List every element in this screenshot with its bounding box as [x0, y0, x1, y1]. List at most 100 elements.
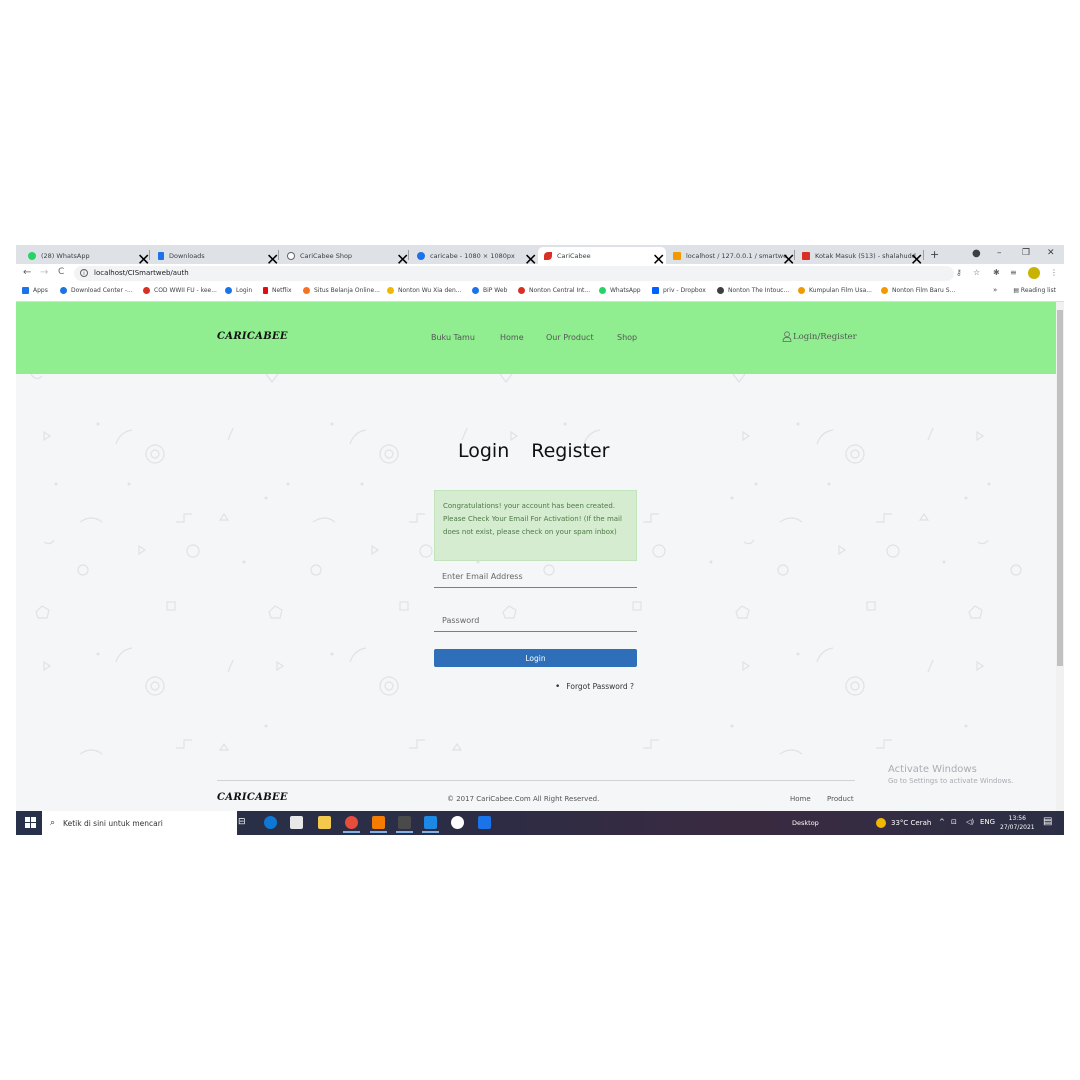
address-bar[interactable]: i localhost/CISmartweb/auth	[74, 266, 954, 281]
extensions-puzzle-icon[interactable]: ✱	[993, 268, 1000, 277]
tab-caricabee-shop[interactable]: CariCabee Shop	[281, 247, 407, 264]
tab-register[interactable]: Register	[531, 440, 609, 462]
reading-list-icon[interactable]: ≡	[1010, 268, 1017, 277]
nav-our-product[interactable]: Our Product	[546, 333, 594, 342]
restore-button[interactable]: ❐	[1022, 248, 1030, 258]
canva-icon	[417, 251, 425, 260]
email-field[interactable]	[434, 566, 637, 588]
reading-list-button[interactable]: ▤ Reading list	[1013, 287, 1056, 294]
bookmark-favicon-icon	[881, 287, 888, 294]
phpmyadmin-icon	[673, 251, 681, 260]
tab-title: localhost / 127.0.0.1 / smartweb	[686, 251, 787, 260]
weather-text[interactable]: 33°C Cerah	[891, 819, 931, 827]
tab-login[interactable]: Login	[458, 440, 509, 462]
windows-taskbar: ⌕ Ketik di sini untuk mencari ⊟ Desktop …	[16, 811, 1064, 835]
url-text[interactable]: localhost/CISmartweb/auth	[94, 269, 189, 277]
chrome-icon[interactable]	[343, 816, 360, 833]
bookmark-item[interactable]: Login	[225, 287, 252, 294]
bookmark-favicon-icon	[798, 287, 805, 294]
page-scrollbar[interactable]	[1056, 302, 1064, 811]
bookmark-item[interactable]: COD WWII FU - kee...	[143, 287, 217, 294]
bookmark-item[interactable]: Netflix	[263, 287, 292, 294]
store-icon[interactable]	[290, 816, 303, 829]
sublime-text-icon[interactable]	[396, 816, 413, 833]
tab-title: CariCabee	[557, 251, 591, 260]
notification-center-icon[interactable]: ▤	[1043, 816, 1052, 827]
bookmark-item[interactable]: Kumpulan Film Usa...	[798, 287, 872, 294]
bookmark-item[interactable]: Nonton Film Baru S...	[881, 287, 955, 294]
login-register-link[interactable]: Login/Register	[782, 331, 857, 342]
bookmark-item[interactable]: Situs Belanja Online...	[303, 287, 380, 294]
mail-icon[interactable]	[478, 816, 491, 829]
tray-chevron-up-icon[interactable]: ^	[939, 818, 945, 826]
bookmark-label: Download Center -...	[71, 287, 133, 294]
tab-gmail[interactable]: Kotak Masuk (513) - shalahuddi...	[796, 247, 922, 264]
bookmarks-overflow-button[interactable]: »	[993, 286, 997, 294]
bookmark-item[interactable]: Download Center -...	[60, 287, 133, 294]
user-icon	[782, 331, 792, 342]
bookmark-label: Nonton Wu Xia den...	[398, 287, 462, 294]
volume-icon[interactable]: ◁)	[966, 818, 974, 826]
login-button[interactable]: Login	[434, 649, 637, 667]
bookmark-favicon-icon	[60, 287, 67, 294]
star-bookmark-icon[interactable]: ☆	[973, 268, 980, 277]
reload-icon[interactable]: C	[58, 267, 64, 277]
network-icon[interactable]: ⊡	[951, 818, 957, 826]
more-menu-icon[interactable]: ⋮	[1050, 268, 1058, 277]
tab-whatsapp[interactable]: (28) WhatsApp	[22, 247, 148, 264]
language-indicator[interactable]: ENG	[980, 818, 995, 826]
task-view-icon[interactable]: ⊟	[238, 817, 251, 830]
site-header: CARICABEE Buku Tamu Home Our Product Sho…	[16, 302, 1056, 374]
desktop-toolbar-label[interactable]: Desktop	[792, 819, 819, 827]
bookmark-item[interactable]: Nonton Central Int...	[518, 287, 590, 294]
browser-toolbar: ← → C i localhost/CISmartweb/auth ⚷ ☆ ✱ …	[16, 264, 1064, 283]
globe-icon	[717, 287, 724, 294]
back-arrow-icon[interactable]: ←	[23, 267, 31, 278]
tab-canva[interactable]: caricabe - 1080 × 1080px	[411, 247, 537, 264]
bookmark-label: priv - Dropbox	[663, 287, 706, 294]
minimize-button[interactable]: –	[997, 248, 1002, 258]
file-explorer-icon[interactable]	[318, 816, 331, 829]
copyright-text: © 2017 CariCabee.Com All Right Reserved.	[447, 795, 600, 803]
bookmark-apps[interactable]: Apps	[22, 287, 48, 294]
tab-phpmyadmin[interactable]: localhost / 127.0.0.1 / smartweb	[667, 247, 793, 264]
bookmark-item[interactable]: WhatsApp	[599, 287, 641, 294]
weather-sun-icon[interactable]	[876, 818, 886, 828]
key-icon[interactable]: ⚷	[956, 268, 962, 277]
password-field[interactable]	[434, 610, 637, 632]
xampp-icon[interactable]	[370, 816, 387, 833]
tab-caricabee-active[interactable]: CariCabee	[538, 247, 666, 264]
info-icon[interactable]: i	[80, 269, 88, 277]
app-icon[interactable]	[451, 816, 464, 829]
taskbar-search-box[interactable]: ⌕ Ketik di sini untuk mencari	[42, 811, 237, 835]
new-tab-button[interactable]: +	[930, 248, 939, 261]
scrollbar-thumb[interactable]	[1057, 310, 1063, 666]
nav-shop[interactable]: Shop	[617, 333, 637, 342]
bookmark-item[interactable]: Nonton Wu Xia den...	[387, 287, 462, 294]
tab-title: Kotak Masuk (513) - shalahuddi...	[815, 251, 916, 260]
vscode-icon[interactable]	[422, 816, 439, 833]
forgot-password-link[interactable]: Forgot Password ?	[555, 682, 634, 692]
nav-home[interactable]: Home	[500, 333, 524, 342]
bookmark-item[interactable]: Nonton The Intouc...	[717, 287, 789, 294]
chrome-menu-dot-icon[interactable]: ●	[972, 248, 981, 259]
taskbar-search-placeholder: Ketik di sini untuk mencari	[63, 818, 163, 828]
profile-avatar-icon[interactable]	[1028, 267, 1040, 279]
bookmark-favicon-icon	[303, 287, 310, 294]
tab-downloads[interactable]: Downloads	[152, 247, 278, 264]
bookmark-item[interactable]: BiP Web	[472, 287, 507, 294]
close-window-button[interactable]: ✕	[1047, 248, 1055, 258]
whatsapp-icon	[28, 251, 36, 260]
taskbar-clock[interactable]: 13:56 27/07/2021	[1000, 814, 1035, 832]
bookmark-item[interactable]: priv - Dropbox	[652, 287, 706, 294]
edge-icon[interactable]	[264, 816, 277, 829]
footer-logo[interactable]: CARICABEE	[217, 792, 288, 803]
desktop-screen: (28) WhatsApp ✕ Downloads ✕ CariCabee Sh…	[16, 245, 1064, 835]
forward-arrow-icon[interactable]: →	[40, 267, 48, 278]
windows-start-icon[interactable]	[25, 817, 36, 828]
footer-link-home[interactable]: Home	[790, 795, 811, 803]
success-alert: Congratulations! your account has been c…	[434, 490, 637, 561]
footer-link-product[interactable]: Product	[827, 795, 854, 803]
site-logo[interactable]: CARICABEE	[217, 331, 288, 342]
nav-buku-tamu[interactable]: Buku Tamu	[431, 333, 475, 342]
